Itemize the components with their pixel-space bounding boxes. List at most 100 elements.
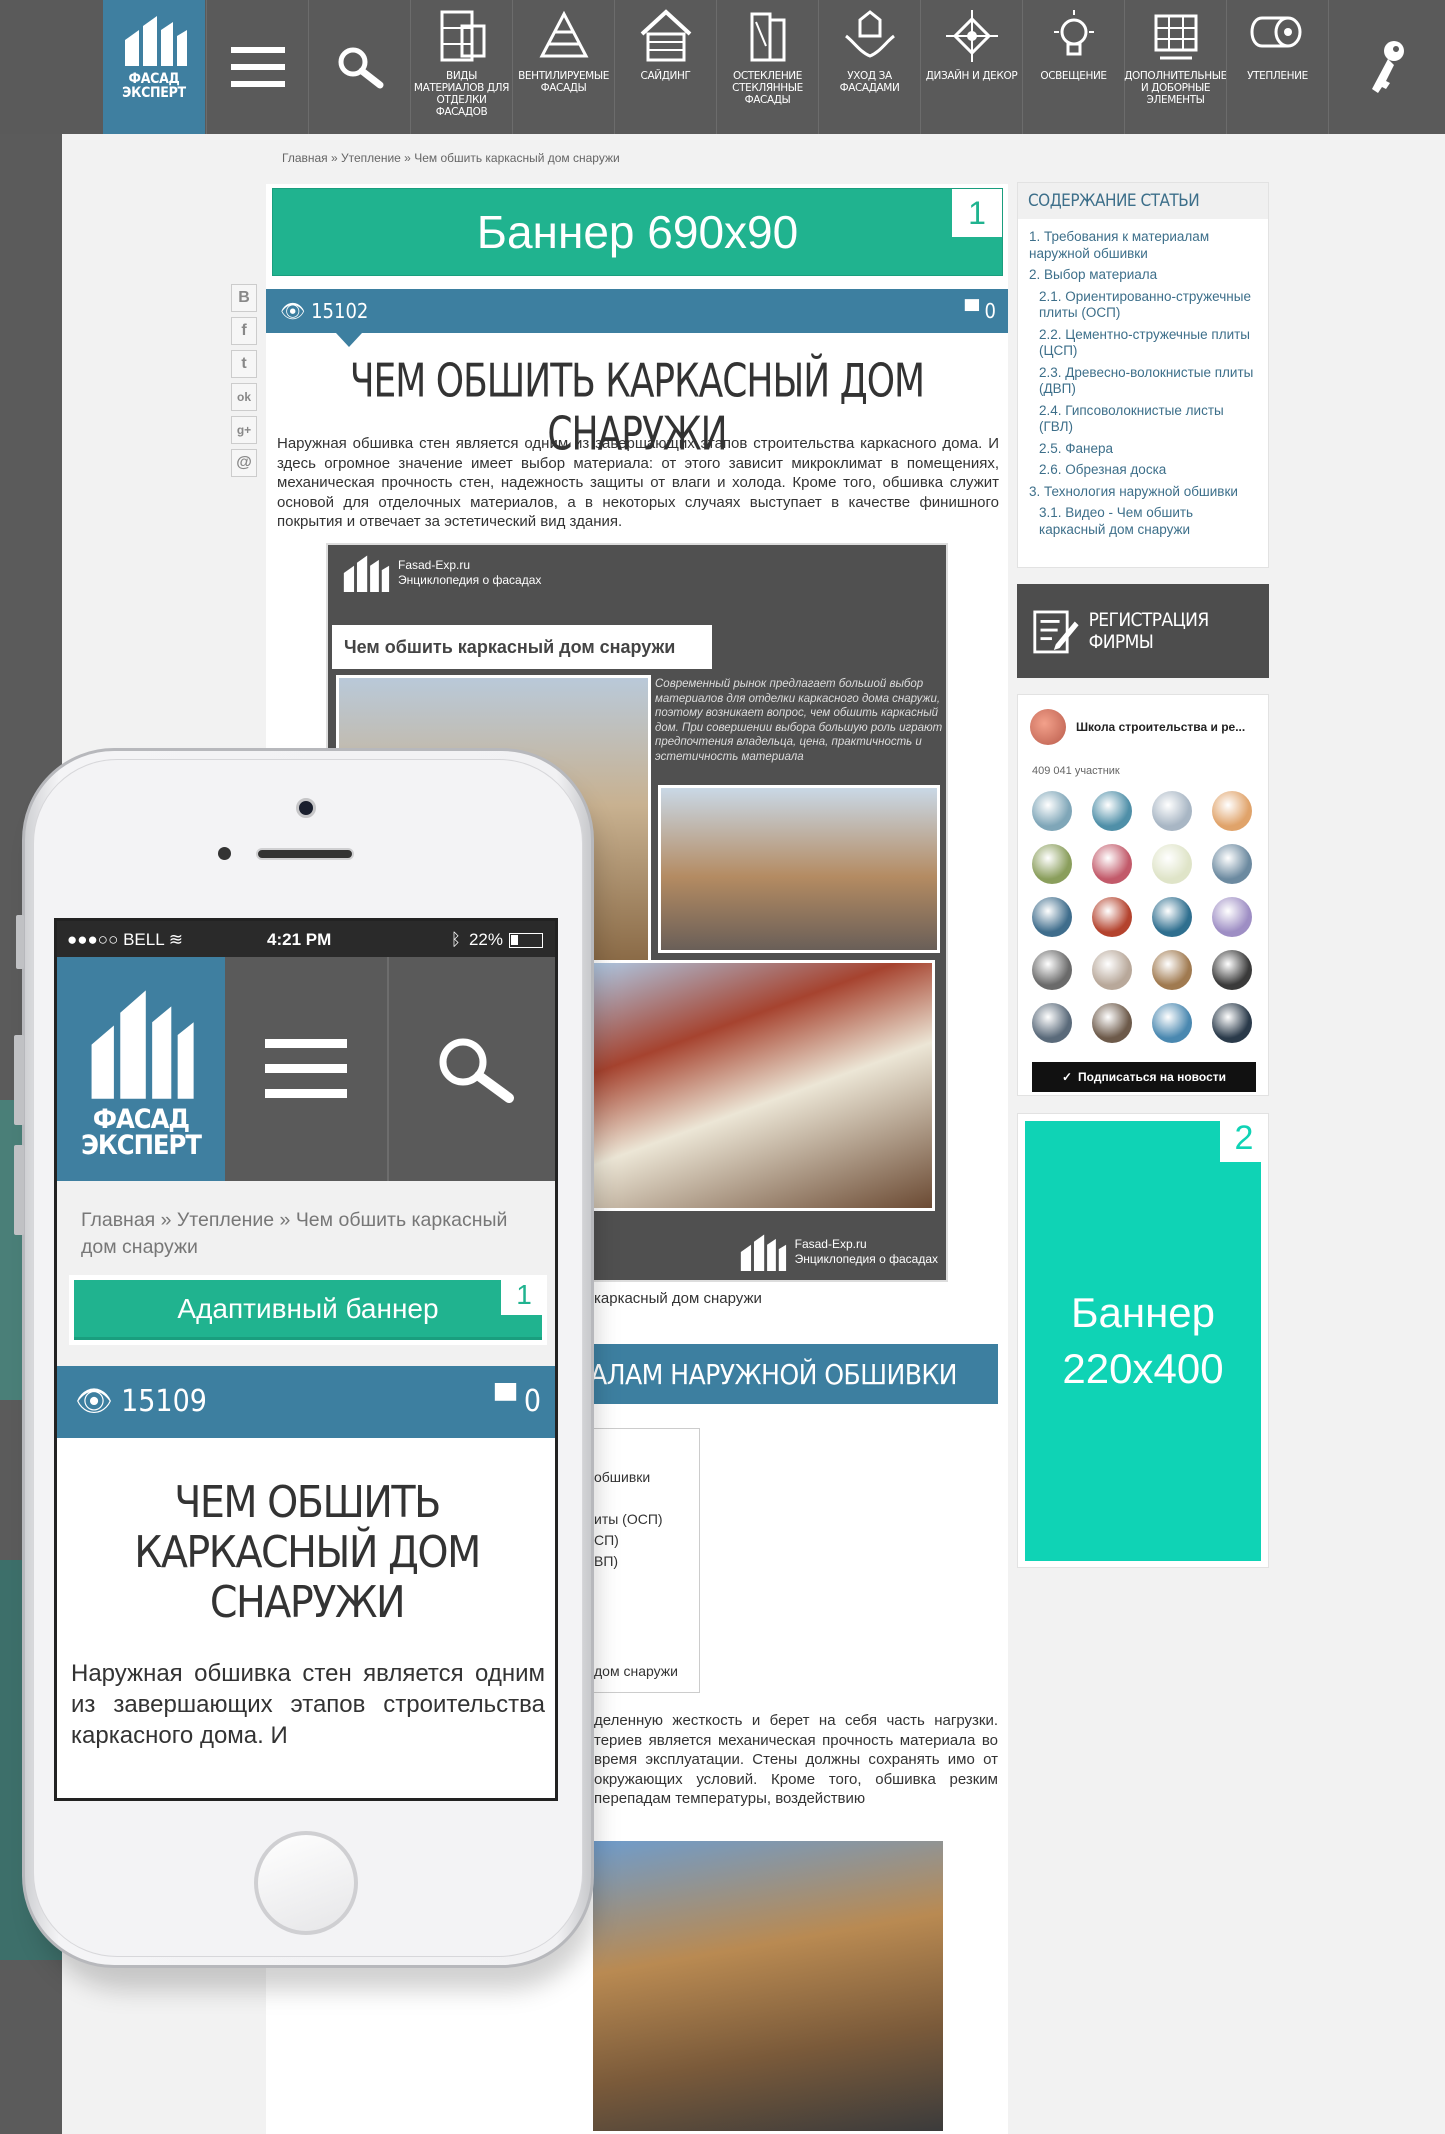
vk-member-avatar[interactable] (1092, 844, 1132, 884)
vk-member-avatar[interactable] (1212, 844, 1252, 884)
nav-item-design[interactable]: Дизайн и декор (920, 0, 1022, 134)
vk-member-avatar[interactable] (1092, 897, 1132, 937)
toc-item[interactable]: 1. Требования к материалам наружной обши… (1029, 229, 1261, 262)
vk-member-avatar[interactable] (1212, 897, 1252, 937)
vk-icon: ✓ (1061, 1070, 1073, 1084)
facebook-share-icon[interactable]: f (231, 317, 257, 345)
article-paragraph: деленную жесткость и берет на себя часть… (594, 1712, 998, 1807)
mobile-adaptive-banner[interactable]: Адаптивный баннер 1 (69, 1275, 547, 1345)
vk-member-avatar[interactable] (1092, 950, 1132, 990)
infographic-brand-footer: Fasad-Exp.ru Энциклопедия о фасадах (735, 1232, 938, 1272)
breadcrumb[interactable]: Главная » Утепление » Чем обшить каркасн… (282, 151, 620, 165)
twitter-share-icon[interactable]: t (231, 350, 257, 378)
nav-item-care[interactable]: Уход за фасадами (818, 0, 920, 134)
inline-toc-item[interactable]: СП) (594, 1532, 619, 1548)
hamburger-icon (230, 47, 285, 87)
vk-group-avatar[interactable] (1030, 709, 1066, 745)
vk-member-avatar[interactable] (1152, 1003, 1192, 1043)
banner-top[interactable]: Баннер 690x90 1 (272, 188, 1003, 276)
google-plus-share-icon[interactable]: g+ (231, 416, 257, 444)
vk-member-avatar[interactable] (1092, 1003, 1132, 1043)
nav-item-insulation[interactable]: Утепление (1226, 0, 1328, 134)
vk-member-avatar[interactable] (1212, 791, 1252, 831)
odnoklassniki-share-icon[interactable]: ok (231, 383, 257, 411)
nav-item-label: Остекление стеклянные фасады (732, 70, 803, 106)
mobile-banner-number: 1 (501, 1275, 547, 1315)
vk-member-avatar[interactable] (1152, 791, 1192, 831)
nav-item-elements[interactable]: Дополнительные и доборные элементы (1124, 0, 1227, 134)
vk-member-avatar[interactable] (1092, 791, 1132, 831)
battery-icon (509, 932, 543, 948)
mobile-breadcrumb[interactable]: Главная » Утепление » Чем обшить каркасн… (81, 1207, 541, 1261)
vk-member-avatar[interactable] (1032, 897, 1072, 937)
article-stats-bar: 👁 15102 ▀ 0 (266, 289, 1008, 347)
mobile-search-button[interactable] (391, 957, 555, 1181)
nav-item-glazing[interactable]: Остекление стеклянные фасады (716, 0, 818, 134)
mobile-navigation: ФАСАД ЭКСПЕРТ (57, 957, 555, 1181)
vk-subscribe-button[interactable]: ✓ Подписаться на новости (1032, 1062, 1256, 1092)
banner-sidebar[interactable]: Баннер 220x400 2 (1017, 1113, 1269, 1568)
eye-icon: 👁 (280, 299, 306, 323)
section-heading: АЛАМ НАРУЖНОЙ ОБШИВКИ (590, 1344, 998, 1404)
vk-share-icon[interactable]: В (231, 284, 257, 312)
menu-button[interactable] (206, 0, 308, 134)
mobile-comments-count[interactable]: ▀ 0 (495, 1384, 541, 1419)
inline-toc-item[interactable]: иты (ОСП) (594, 1511, 663, 1527)
email-share-icon[interactable]: @ (231, 449, 257, 477)
toc-item[interactable]: 2.5. Фанера (1029, 441, 1261, 458)
vk-member-avatar[interactable] (1212, 950, 1252, 990)
status-time: 4:21 PM (267, 930, 332, 949)
mobile-views-count: 👁 15109 (75, 1384, 207, 1419)
toc-item[interactable]: 2.1. Ориентированно-стружечные плиты (ОС… (1029, 289, 1261, 322)
inline-toc-item[interactable]: обшивки (594, 1469, 650, 1485)
nav-item-label: Сайдинг (640, 70, 691, 82)
mobile-site-logo[interactable]: ФАСАД ЭКСПЕРТ (57, 957, 225, 1181)
vk-member-avatar[interactable] (1212, 1003, 1252, 1043)
toc-item[interactable]: 3. Технология наружной обшивки (1029, 484, 1261, 501)
mobile-article-title: ЧЕМ ОБШИТЬ КАРКАСНЫЙ ДОМ СНАРУЖИ (134, 1477, 481, 1628)
vk-member-avatar[interactable] (1032, 791, 1072, 831)
nav-item-ventilated[interactable]: Вентилируемые фасады (512, 0, 614, 134)
mobile-menu-button[interactable] (225, 957, 389, 1181)
nav-item-label: Утепление (1247, 70, 1308, 82)
nav-item-label: Вентилируемые фасады (518, 70, 609, 94)
nav-item-materials[interactable]: Виды материалов для отделки фасадов (410, 0, 512, 134)
site-logo[interactable]: ФАСАД ЭКСПЕРТ (103, 0, 205, 134)
vk-member-avatar[interactable] (1032, 950, 1072, 990)
comment-icon: ▀ (495, 1384, 516, 1419)
mobile-article: ЧЕМ ОБШИТЬ КАРКАСНЫЙ ДОМ СНАРУЖИ Наружна… (57, 1438, 555, 1798)
login-button[interactable] (1328, 0, 1445, 134)
toc-item[interactable]: 2.4. Гипсоволокнистые листы (ГВЛ) (1029, 403, 1261, 436)
banner-text: Баннер 690x90 (476, 206, 799, 258)
inline-toc-item[interactable]: ВП) (594, 1553, 618, 1569)
toc-item[interactable]: 2.3. Древесно-волокнистые плиты (ДВП) (1029, 365, 1261, 398)
comments-count[interactable]: ▀ 0 (965, 299, 996, 323)
toc-item[interactable]: 2.6. Обрезная доска (1029, 462, 1261, 479)
edit-form-icon (1033, 610, 1079, 654)
toc-item[interactable]: 3.1. Видео - Чем обшить каркасный дом сн… (1029, 505, 1261, 538)
vk-member-avatar[interactable] (1152, 950, 1192, 990)
search-button[interactable] (308, 0, 410, 134)
building-logo-icon (740, 1234, 786, 1271)
phone-home-button[interactable] (254, 1831, 358, 1935)
vk-member-avatar[interactable] (1152, 844, 1192, 884)
inline-toc-item[interactable]: дом снаружи (594, 1663, 678, 1679)
inline-toc: обшивки иты (ОСП) СП) ВП) дом снаружи (590, 1428, 700, 1693)
key-icon (1372, 41, 1404, 93)
article-intro: Наружная обшивка стен является одним из … (277, 435, 999, 530)
banner-sidebar-text: Баннер 220x400 (1025, 1121, 1261, 1561)
building-logo-icon (343, 555, 390, 592)
toc-item[interactable]: 2.2. Цементно-стружечные плиты (ЦСП) (1029, 327, 1261, 360)
toc-item[interactable]: 2. Выбор материала (1029, 267, 1261, 284)
hands-icon (844, 10, 895, 58)
vk-member-avatar[interactable] (1032, 844, 1072, 884)
logo-text: ФАСАД ЭКСПЕРТ (122, 71, 186, 101)
vk-member-avatar[interactable] (1152, 897, 1192, 937)
worker-photo (590, 1838, 946, 2134)
nav-item-lighting[interactable]: Освещение (1022, 0, 1124, 134)
vk-group-name[interactable]: Школа строительства и ре... (1076, 720, 1245, 734)
nav-item-siding[interactable]: Сайдинг (614, 0, 716, 134)
register-company-button[interactable]: РЕГИСТРАЦИЯ ФИРМЫ (1017, 584, 1269, 678)
vk-member-avatar[interactable] (1032, 1003, 1072, 1043)
house-icon (640, 9, 691, 62)
